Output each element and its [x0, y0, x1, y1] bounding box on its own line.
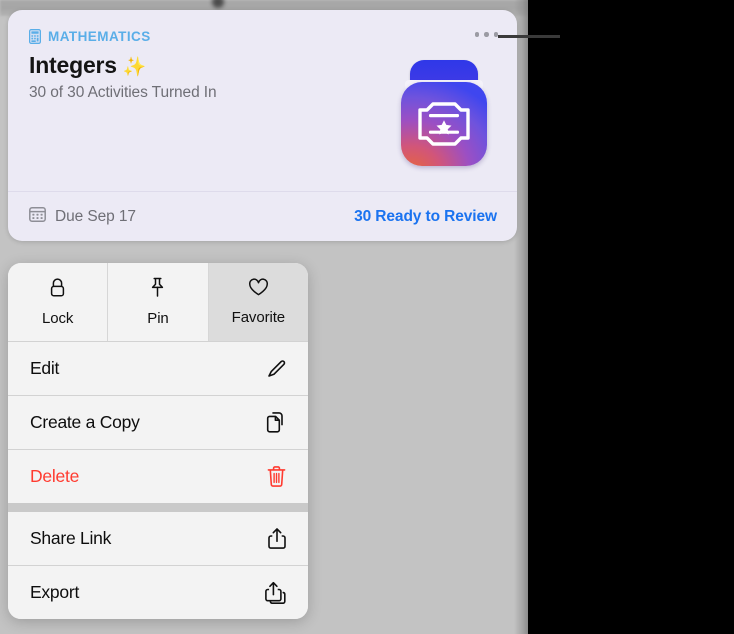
- calendar-icon: [29, 206, 46, 227]
- trash-icon: [266, 465, 287, 488]
- screen: MATHEMATICS Integers ✨ 30 of 30 Activiti…: [0, 0, 734, 634]
- quick-action-label: Lock: [42, 310, 74, 327]
- menu-item-create-a-copy[interactable]: Create a Copy: [8, 396, 308, 449]
- sparkles-icon: ✨: [122, 57, 147, 78]
- menu-item-label: Create a Copy: [30, 412, 140, 432]
- assignment-card-body: MATHEMATICS Integers ✨ 30 of 30 Activiti…: [8, 10, 517, 191]
- menu-item-label: Edit: [30, 358, 60, 378]
- quick-action-label: Favorite: [231, 309, 286, 326]
- assignment-card-footer: Due Sep 17 30 Ready to Review: [8, 191, 517, 241]
- subject-label: MATHEMATICS: [48, 29, 151, 44]
- ellipsis-dot: [484, 32, 489, 37]
- ellipsis-icon[interactable]: [474, 32, 498, 37]
- share-icon: [267, 527, 287, 550]
- menu-section-gap: [8, 503, 308, 512]
- menu-item-label: Export: [30, 582, 80, 602]
- export-icon: [264, 581, 287, 605]
- due-date-label: Due Sep 17: [55, 207, 136, 225]
- quick-action-favorite[interactable]: Favorite: [208, 263, 308, 341]
- menu-item-label: Delete: [30, 466, 80, 486]
- pin-icon: [149, 277, 166, 303]
- quick-action-label: Pin: [147, 310, 169, 327]
- assignment-title: Integers: [29, 52, 117, 78]
- heart-icon: [248, 278, 269, 302]
- pencil-icon: [265, 358, 287, 380]
- ready-to-review-link[interactable]: 30 Ready to Review: [354, 208, 497, 226]
- certificate-app-icon: [399, 60, 489, 166]
- menu-item-export[interactable]: Export: [8, 566, 308, 619]
- subject-row: MATHEMATICS: [29, 28, 497, 45]
- menu-item-share-link[interactable]: Share Link: [8, 512, 308, 565]
- assignment-card[interactable]: MATHEMATICS Integers ✨ 30 of 30 Activiti…: [8, 10, 517, 241]
- callout-leader-line: [498, 35, 560, 38]
- quick-action-pin[interactable]: Pin: [108, 263, 209, 341]
- duplicate-icon: [265, 411, 287, 434]
- context-menu: Lock Pin Favorite Edit Create a Copy Del…: [8, 263, 308, 619]
- ellipsis-dot: [474, 32, 479, 37]
- lock-icon: [49, 277, 66, 303]
- menu-item-edit[interactable]: Edit: [8, 342, 308, 395]
- due-date-group: Due Sep 17: [29, 206, 136, 227]
- quick-actions-row: Lock Pin Favorite: [8, 263, 308, 341]
- calculator-icon: [29, 29, 42, 45]
- menu-item-delete[interactable]: Delete: [8, 450, 308, 503]
- app-icon-front-tile: [401, 82, 487, 166]
- menu-item-label: Share Link: [30, 528, 112, 548]
- quick-action-lock[interactable]: Lock: [8, 263, 109, 341]
